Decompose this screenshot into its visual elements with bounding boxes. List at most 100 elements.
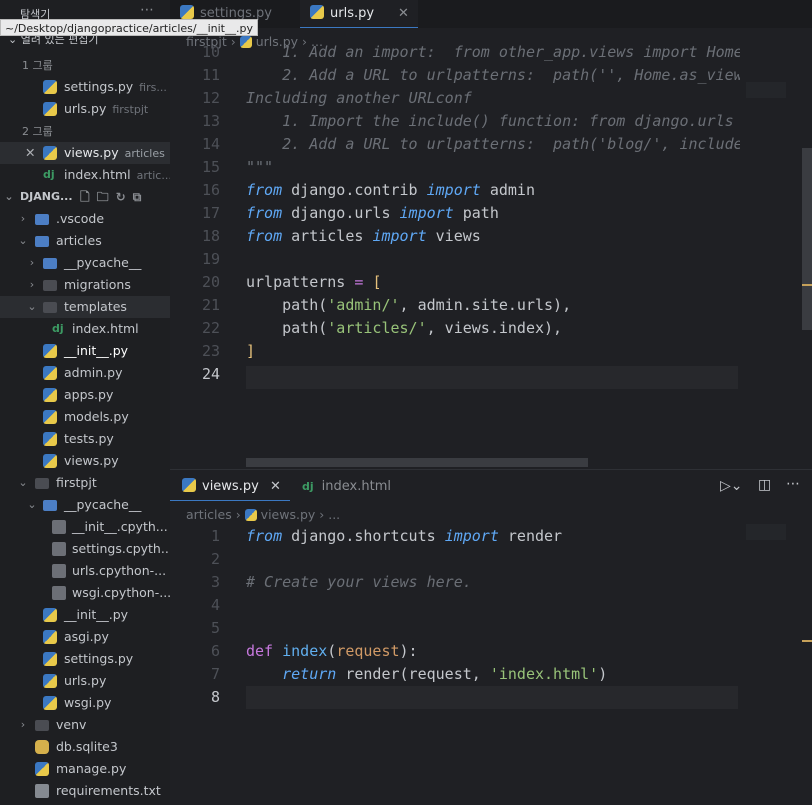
split-editor-icon[interactable]: ◫ [758,477,771,493]
close-icon[interactable]: ✕ [398,0,409,28]
file-name: settings.py [64,79,134,94]
top-code: 1. Add an import: from other_app.views i… [246,42,740,363]
code-line: from articles import views [246,227,481,245]
tree-urls-pyc[interactable]: urls.cpython-... [0,560,170,582]
tree-index-html[interactable]: dj index.html [0,318,170,340]
group-2-label: 2 그룹 [22,125,53,138]
tree-views[interactable]: views.py [0,450,170,472]
workspace-name: DJANG... [20,190,73,203]
tree-init-pyc[interactable]: __init__.cpyth... [0,516,170,538]
tree-admin[interactable]: admin.py [0,362,170,384]
binary-file-icon [52,542,66,556]
tree-label: wsgi.cpython-... [72,585,170,600]
python-file-icon [244,509,257,521]
tree-manage[interactable]: manage.py [0,758,170,780]
file-name: views.py [64,145,119,160]
file-name: urls.py [64,101,107,116]
tree-label: settings.py [64,651,134,666]
tree-migrations[interactable]: › migrations [0,274,170,296]
tree-label: .vscode [56,211,105,226]
breadcrumb-item[interactable]: views.py [261,507,316,522]
code-line: # Create your views here. [246,573,472,591]
tree-models[interactable]: models.py [0,406,170,428]
folder-icon [43,280,57,291]
workspace-header[interactable]: ⌄ DJANG... 🗋🗀↻⧉ [0,186,170,208]
tab-urls[interactable]: urls.py ✕ [300,0,418,28]
tree-firstpjt-init[interactable]: __init__.py [0,604,170,626]
file-hint: articles [124,147,165,160]
tree-asgi[interactable]: asgi.py [0,626,170,648]
tab-views[interactable]: views.py ✕ [170,473,290,501]
chevron-down-icon: ⌄ [27,498,37,511]
vertical-scrollbar[interactable] [802,148,812,330]
tree-label: admin.py [64,365,123,380]
tab-label: views.py [202,479,259,494]
open-editor-index[interactable]: dj index.html artic... [0,164,170,186]
tree-articles-init[interactable]: __init__.py [0,340,170,362]
code-line: urlpatterns = [ [246,273,382,291]
tree-vscode[interactable]: › .vscode [0,208,170,230]
python-file-icon [43,80,57,94]
tree-venv[interactable]: › venv [0,714,170,736]
tree-tests[interactable]: tests.py [0,428,170,450]
open-editor-views[interactable]: ✕ views.py articles [0,142,170,164]
current-line-highlight [246,366,738,389]
tree-firstpjt[interactable]: ⌄ firstpjt [0,472,170,494]
tree-articles[interactable]: ⌄ articles [0,230,170,252]
python-file-icon [310,5,324,19]
code-line: 1. Add an import: from other_app.views i… [246,43,740,61]
tree-firstpjt-pycache[interactable]: ⌄ __pycache__ [0,494,170,516]
tree-apps[interactable]: apps.py [0,384,170,406]
horizontal-scrollbar[interactable] [246,458,588,467]
tree-label: db.sqlite3 [56,739,118,754]
code-line: from django.urls import path [246,204,499,222]
code-line: Including another URLconf [246,89,472,107]
run-icon[interactable]: ▷⌄ [720,478,743,494]
tree-label: asgi.py [64,629,109,644]
code-line: 1. Import the include() function: from d… [246,112,734,130]
python-file-icon [43,652,57,666]
open-editor-settings[interactable]: settings.py firs... [0,76,170,98]
line-numbers: 10 11 12 13 14 15 16 17 18 19 20 21 22 23 24 [201,43,220,383]
tree-db[interactable]: db.sqlite3 [0,736,170,758]
bottom-code: from django.shortcuts import render # Cr… [246,525,607,686]
bottom-code-viewport[interactable]: 12345678 from django.shortcuts import re… [170,525,740,745]
explorer-actions[interactable]: 🗋🗀↻⧉ [80,186,148,208]
more-actions-icon[interactable]: ⋯ [140,2,154,18]
tree-wsgi[interactable]: wsgi.py [0,692,170,714]
tree-urls[interactable]: urls.py [0,670,170,692]
tree-requirements[interactable]: requirements.txt [0,780,170,802]
python-file-icon [43,102,57,116]
minimap[interactable] [746,524,786,540]
tree-label: venv [56,717,87,732]
binary-file-icon [52,586,66,600]
code-line: 2. Add a URL to urlpatterns: path('', Ho… [246,66,740,84]
folder-icon [35,236,49,247]
breadcrumb-bottom: articles › views.py › ... [186,507,341,522]
breadcrumb-item[interactable]: articles [186,507,232,522]
tree-settings[interactable]: settings.py [0,648,170,670]
more-actions-icon[interactable]: ⋯ [786,476,800,492]
python-file-icon [43,696,57,710]
minimap[interactable] [746,82,786,98]
top-code-viewport[interactable]: 10 11 12 13 14 15 16 17 18 19 20 21 22 23 24 1. Add an… [170,42,740,454]
path-tooltip: ~/Desktop/djangopractice/articles/__init… [0,19,258,36]
tree-label: __init__.cpyth... [72,519,168,534]
tree-label: __init__.py [64,607,129,622]
close-icon[interactable]: ✕ [25,142,35,164]
tree-wsgi-pyc[interactable]: wsgi.cpython-... [0,582,170,604]
tree-templates[interactable]: ⌄ templates [0,296,170,318]
tree-label: wsgi.py [64,695,112,710]
close-icon[interactable]: ✕ [270,473,281,501]
tree-label: urls.py [64,673,107,688]
tree-articles-pycache[interactable]: › __pycache__ [0,252,170,274]
python-file-icon [43,388,57,402]
python-file-icon [43,454,57,468]
tab-index-html[interactable]: dj index.html [302,473,391,501]
open-editor-urls[interactable]: urls.py firstpjt [0,98,170,120]
python-file-icon [43,432,57,446]
tree-settings-pyc[interactable]: settings.cpyth... [0,538,170,560]
split-divider[interactable] [170,469,812,470]
editor-area: settings.py urls.py ✕ firstpjt › urls.py … [170,0,812,805]
breadcrumb-item[interactable]: ... [328,507,340,522]
